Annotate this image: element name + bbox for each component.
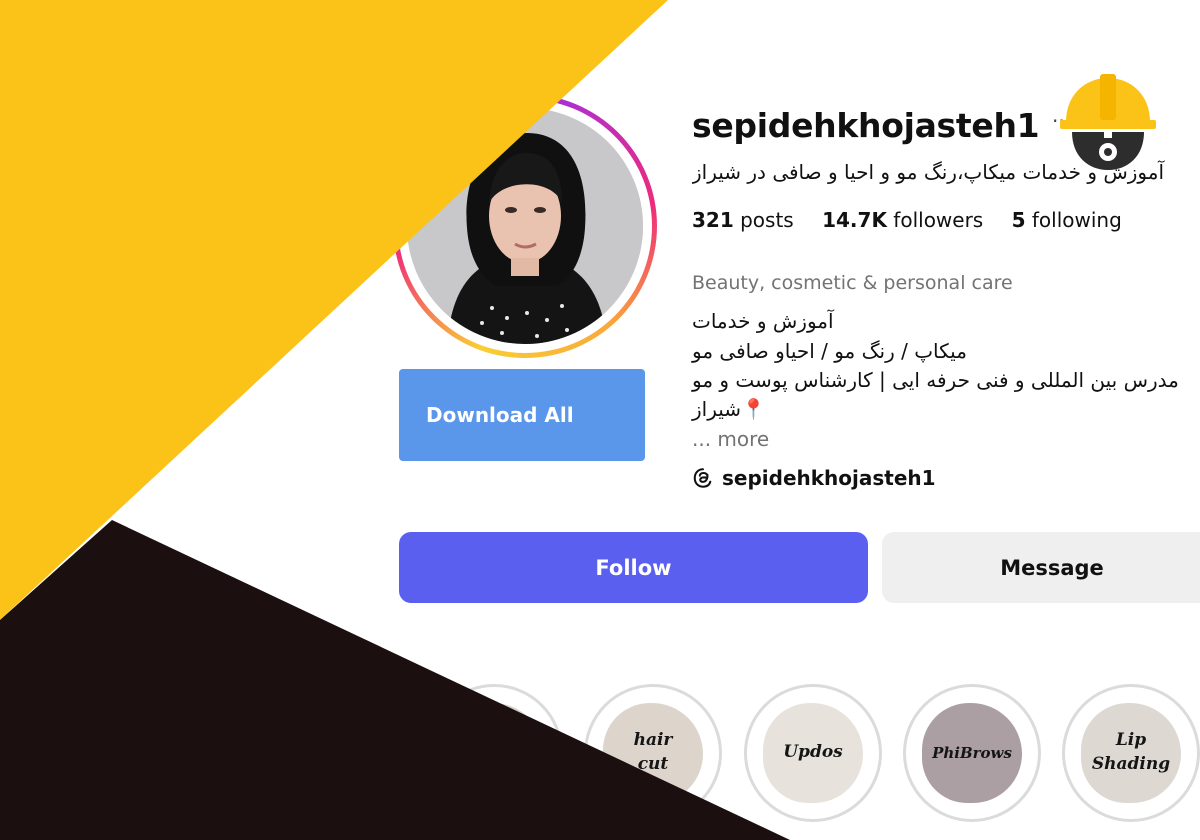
threads-handle: sepidehkhojasteh1 xyxy=(722,466,936,490)
highlight-2[interactable]: hair cut xyxy=(584,684,722,822)
bio-more-link[interactable]: ... more xyxy=(692,427,769,451)
follow-button[interactable]: Follow xyxy=(399,532,868,603)
stat-posts-number: 321 xyxy=(692,208,734,232)
threads-link[interactable]: sepidehkhojasteh1 xyxy=(692,466,936,490)
stat-following-number: 5 xyxy=(1011,208,1026,232)
profile-category: Beauty, cosmetic & personal care xyxy=(692,272,1013,294)
highlight-label: Lip Shading xyxy=(1091,730,1171,774)
stat-posts-label: posts xyxy=(740,208,794,232)
highlight-label: hair cut xyxy=(633,730,673,774)
profile-stats: 321 posts 14.7K followers 5 following xyxy=(692,208,1144,232)
avatar-photo xyxy=(407,108,643,344)
message-button[interactable]: Message xyxy=(882,532,1200,603)
threads-icon xyxy=(693,468,712,488)
avatar[interactable] xyxy=(407,108,643,344)
highlight-1[interactable] xyxy=(425,684,563,822)
bio-line-3: مدرس بین المللی و فنی حرفه ایی | کارشناس… xyxy=(692,368,1179,392)
stat-following-label: following xyxy=(1031,208,1122,232)
profile-username: sepidehkhojasteh1 xyxy=(692,106,1040,145)
stat-posts[interactable]: 321 posts xyxy=(692,208,794,232)
stat-followers[interactable]: 14.7K followers xyxy=(822,208,983,232)
highlight-3[interactable]: Updos xyxy=(744,684,882,822)
profile-avatar-ring[interactable] xyxy=(393,94,657,358)
highlight-label: PhiBrows xyxy=(932,743,1012,762)
construction-helmet-gear-icon xyxy=(1060,74,1156,170)
stat-followers-number: 14.7K xyxy=(822,208,887,232)
bio-line-4: 📍شیراز xyxy=(692,397,766,421)
highlight-5[interactable]: Lip Shading xyxy=(1062,684,1200,822)
bio-line-2: میکاپ / رنگ مو / احیاو صافی مو xyxy=(692,339,967,363)
stat-followers-label: followers xyxy=(893,208,984,232)
stat-following[interactable]: 5 following xyxy=(1012,208,1122,232)
highlight-label: Updos xyxy=(783,742,843,763)
bio-line-1: آموزش و خدمات xyxy=(692,309,834,333)
download-all-button[interactable]: Download All xyxy=(399,369,645,461)
highlight-label xyxy=(428,687,560,819)
highlight-4[interactable]: PhiBrows xyxy=(903,684,1041,822)
